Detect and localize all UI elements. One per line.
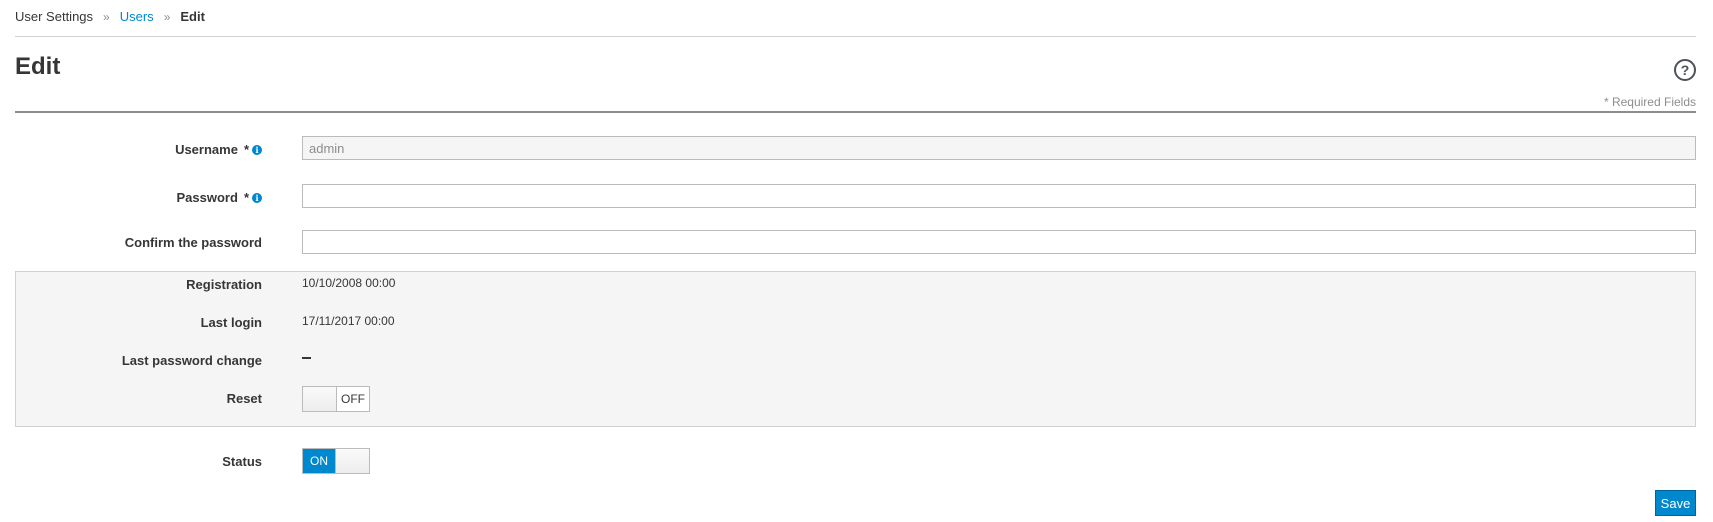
username-input[interactable] [302,136,1696,160]
help-icon[interactable]: ? [1674,59,1696,81]
info-icon[interactable]: i [252,192,262,203]
status-toggle-state: ON [303,449,335,473]
breadcrumb: User Settings » Users » Edit [15,9,205,24]
required-fields-note: * Required Fields [1603,95,1696,109]
last-password-change-empty-dash [302,357,311,359]
reset-toggle[interactable]: OFF [302,386,370,412]
page-title: Edit [15,53,61,80]
reset-toggle-state: OFF [341,392,365,406]
confirm-password-label-text: Confirm the password [124,235,262,250]
required-mark: * [243,190,249,205]
password-input[interactable] [302,184,1696,208]
breadcrumb-separator-icon: » [163,9,171,24]
status-label: Status [222,454,262,469]
title-divider [15,111,1696,113]
last-login-value: 17/11/2017 00:00 [302,314,395,328]
last-password-change-label: Last password change [121,353,262,368]
required-mark: * [243,142,249,157]
save-button[interactable]: Save [1655,490,1696,516]
info-icon[interactable]: i [252,144,262,155]
breadcrumb-divider [15,36,1696,37]
account-info-panel [15,271,1696,427]
toggle-knob [335,449,369,473]
toggle-knob [303,387,337,411]
confirm-password-input[interactable] [302,230,1696,254]
last-login-label: Last login [200,315,262,330]
breadcrumb-user-settings[interactable]: User Settings [15,9,93,24]
username-label-text: Username [175,142,238,157]
registration-value: 10/10/2008 00:00 [302,276,396,290]
confirm-password-label: Confirm the password [125,235,262,250]
reset-label: Reset [226,391,262,406]
status-toggle[interactable]: ON [302,448,370,474]
breadcrumb-current: Edit [180,9,205,24]
registration-label: Registration [186,277,262,292]
breadcrumb-separator-icon: » [103,9,110,24]
breadcrumb-users-link[interactable]: Users [120,9,154,24]
user-edit-page: User Settings » Users » Edit Edit ? * Re… [0,0,1713,522]
password-label: Password * i [177,190,262,205]
username-label: Username * i [175,142,262,157]
password-label-text: Password [176,190,238,205]
